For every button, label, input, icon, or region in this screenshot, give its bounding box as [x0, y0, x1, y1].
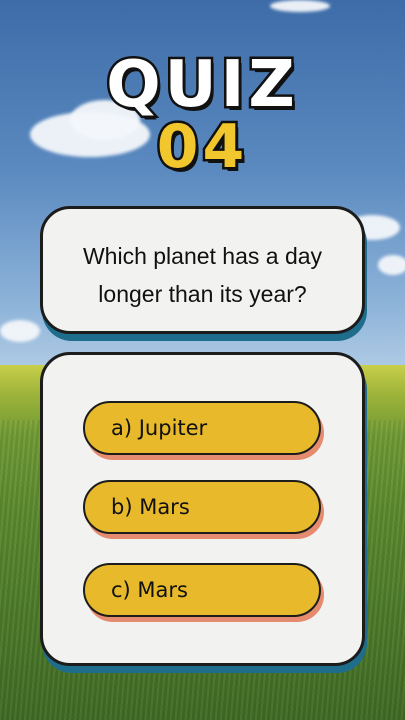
answers-card: a) Jupiter b) Mars c) Mars [40, 352, 365, 666]
quiz-number: 04 [154, 110, 249, 185]
cloud [0, 320, 40, 342]
question-card: Which planet has a day longer than its y… [40, 206, 365, 334]
cloud [270, 0, 330, 12]
answer-option-a[interactable]: a) Jupiter [83, 401, 321, 455]
answer-option-c[interactable]: c) Mars [83, 563, 321, 617]
answer-label: a) Jupiter [111, 416, 208, 440]
answer-option-b[interactable]: b) Mars [83, 480, 321, 534]
cloud [378, 255, 405, 275]
answer-label: b) Mars [111, 495, 190, 519]
answer-label: c) Mars [111, 578, 188, 602]
question-text: Which planet has a day longer than its y… [82, 243, 323, 307]
quiz-title: QUIZ [104, 46, 299, 125]
